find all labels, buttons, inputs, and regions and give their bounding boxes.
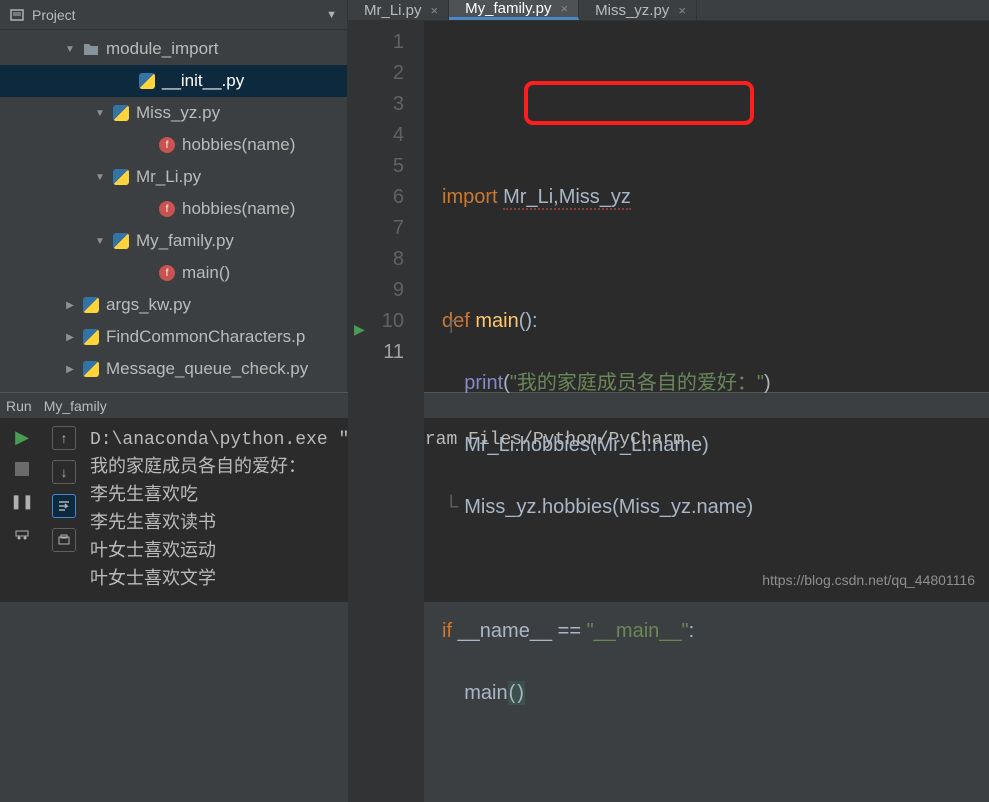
tree-item-label: main()	[182, 263, 230, 283]
editor-body: 123456789▶1011 import Mr_Li,Miss_yz ┌def…	[348, 21, 989, 802]
main-string: "__main__"	[587, 620, 689, 642]
tree-arrow-icon[interactable]: ▶	[64, 364, 76, 375]
tree-item-hobbies-name-[interactable]: f hobbies(name)	[0, 129, 347, 161]
tree-arrow-icon[interactable]: ▼	[94, 108, 106, 119]
tree-item---init---py[interactable]: __init__.py	[0, 65, 347, 97]
line-number: 3	[348, 89, 404, 120]
tree-item-label: Miss_yz.py	[136, 103, 220, 123]
line-number: 7	[348, 213, 404, 244]
tree-item-label: FindCommonCharacters.p	[106, 327, 305, 347]
main-call: main	[464, 682, 507, 704]
editor-tabs: Mr_Li.py × My_family.py × Miss_yz.py ×	[348, 0, 989, 21]
tree-item-findcommoncharacters-p[interactable]: ▶ FindCommonCharacters.p	[0, 321, 347, 353]
tree-item-main--[interactable]: f main()	[0, 257, 347, 289]
tab-label: My_family.py	[465, 0, 551, 17]
run-button[interactable]: ▶	[11, 426, 33, 448]
project-header: Project ▼	[0, 0, 347, 30]
tree-item-module-import[interactable]: ▼ module_import	[0, 33, 347, 65]
python-file-icon	[138, 72, 156, 90]
tree-item-message-queue-check-py[interactable]: ▶ Message_queue_check.py	[0, 353, 347, 385]
watermark: https://blog.csdn.net/qq_44801116	[762, 572, 975, 588]
keyword-import: import	[442, 186, 498, 208]
scroll-up-button[interactable]: ↑	[52, 426, 76, 450]
run-config-name: My_family	[44, 398, 107, 414]
tree-item-args-kw-py[interactable]: ▶ args_kw.py	[0, 289, 347, 321]
tab-my-family-py[interactable]: My_family.py ×	[449, 0, 579, 20]
gutter: 123456789▶1011	[348, 21, 424, 802]
tree-item-label: __init__.py	[162, 71, 244, 91]
code-line-8: Miss_yz.hobbies(Miss_yz.name)	[464, 496, 753, 518]
settings-icon[interactable]	[11, 522, 33, 544]
import-modules: Mr_Li,Miss_yz	[503, 186, 631, 210]
line-number: 5	[348, 151, 404, 182]
project-header-title: Project	[32, 7, 318, 23]
keyword-if: if	[442, 620, 452, 642]
tree-item-label: args_kw.py	[106, 295, 191, 315]
string-literal: "我的家庭成员各自的爱好："	[510, 372, 764, 394]
tab-label: Mr_Li.py	[364, 2, 422, 19]
tab-label: Miss_yz.py	[595, 2, 669, 19]
python-file-icon	[82, 296, 100, 314]
close-icon[interactable]: ×	[428, 3, 439, 18]
line-number: 8	[348, 244, 404, 275]
tree-item-label: My_family.py	[136, 231, 234, 251]
tree-item-label: Mr_Li.py	[136, 167, 201, 187]
run-primary-controls: ▶ ❚❚	[0, 418, 44, 602]
close-icon[interactable]: ×	[558, 1, 569, 16]
pause-button[interactable]: ❚❚	[11, 490, 33, 512]
builtin-print: print	[464, 372, 503, 394]
run-gutter-icon[interactable]: ▶	[354, 314, 365, 345]
tree-item-hobbies-name-[interactable]: f hobbies(name)	[0, 193, 347, 225]
tree-arrow-icon[interactable]: ▶	[64, 332, 76, 343]
tree-item-label: Message_queue_check.py	[106, 359, 308, 379]
code-area[interactable]: import Mr_Li,Miss_yz ┌def main(): print(…	[424, 21, 989, 802]
python-file-icon	[82, 360, 100, 378]
dropdown-icon[interactable]: ▼	[326, 9, 337, 21]
project-view-icon[interactable]	[10, 8, 24, 22]
tab-miss-yz-py[interactable]: Miss_yz.py ×	[579, 0, 697, 20]
method-icon: f	[158, 200, 176, 218]
run-label: Run	[6, 398, 32, 414]
line-number: 9	[348, 275, 404, 306]
python-file-icon	[112, 168, 130, 186]
function-main: main	[475, 310, 518, 332]
line-number: 1	[348, 27, 404, 58]
tree-arrow-icon[interactable]: ▼	[94, 236, 106, 247]
tree-item-miss-yz-py[interactable]: ▼ Miss_yz.py	[0, 97, 347, 129]
line-number: 2	[348, 58, 404, 89]
tree-item-my-family-py[interactable]: ▼ My_family.py	[0, 225, 347, 257]
tree-arrow-icon[interactable]: ▼	[94, 172, 106, 183]
line-number: 4	[348, 120, 404, 151]
print-button[interactable]	[52, 528, 76, 552]
close-icon[interactable]: ×	[675, 3, 686, 18]
soft-wrap-button[interactable]	[52, 494, 76, 518]
tree-arrow-icon[interactable]: ▶	[64, 300, 76, 311]
run-secondary-controls: ↑ ↓	[44, 418, 84, 602]
tree-item-label: hobbies(name)	[182, 199, 295, 219]
tree-item-mr-li-py[interactable]: ▼ Mr_Li.py	[0, 161, 347, 193]
python-file-icon	[112, 232, 130, 250]
method-icon: f	[158, 136, 176, 154]
tab-mr-li-py[interactable]: Mr_Li.py ×	[348, 0, 449, 20]
line-number: 6	[348, 182, 404, 213]
name-var: __name__	[458, 620, 553, 642]
scroll-down-button[interactable]: ↓	[52, 460, 76, 484]
project-tree: ▼module_import__init__.py▼Miss_yz.pyfhob…	[0, 30, 347, 392]
method-icon: f	[158, 264, 176, 282]
project-panel: Project ▼ ▼ module_import __init__.py ▼ Miss…	[0, 0, 348, 392]
tree-item-label: module_import	[106, 39, 218, 59]
folder-icon	[82, 40, 100, 58]
tree-item-label: hobbies(name)	[182, 135, 295, 155]
tree-arrow-icon[interactable]: ▼	[64, 44, 76, 55]
stop-button[interactable]	[11, 458, 33, 480]
python-file-icon	[112, 104, 130, 122]
python-file-icon	[82, 328, 100, 346]
code-line-7: Mr_Li.hobbies(Mr_Li.name)	[464, 434, 709, 456]
editor-area: Mr_Li.py × My_family.py × Miss_yz.py × 123456…	[348, 0, 989, 392]
